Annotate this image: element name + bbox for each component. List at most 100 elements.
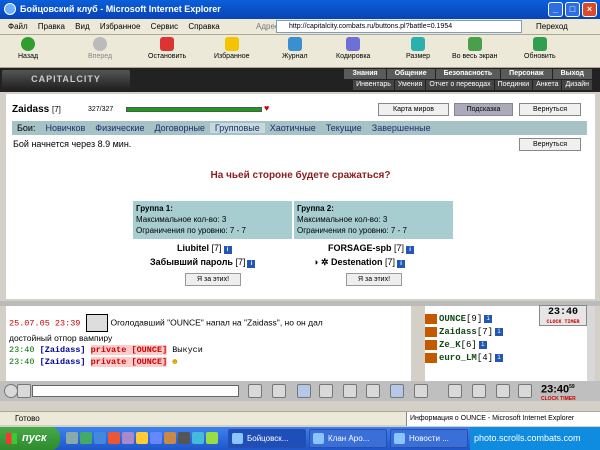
- quicklaunch-icon[interactable]: [108, 432, 120, 444]
- tab-contract[interactable]: Договорные: [149, 123, 209, 133]
- quicklaunch-icon[interactable]: [136, 432, 148, 444]
- menu-view[interactable]: Вид: [75, 22, 89, 31]
- mirror-icon[interactable]: [496, 384, 510, 398]
- task-button[interactable]: Клан Аро...: [309, 429, 387, 448]
- group-2-member[interactable]: ◑ ✲ Destenation [7] i: [313, 257, 406, 268]
- filter-icon[interactable]: [297, 384, 311, 398]
- tab-novice[interactable]: Новичков: [40, 123, 90, 133]
- tab-current[interactable]: Текущие: [321, 123, 367, 133]
- tab-physical[interactable]: Физические: [90, 123, 149, 133]
- quicklaunch-icon[interactable]: [94, 432, 106, 444]
- cursor-icon[interactable]: [390, 384, 404, 398]
- return-button[interactable]: Вернуться: [519, 103, 581, 116]
- favorites-button[interactable]: Избранное: [214, 37, 249, 60]
- group-2-box: Группа 2: Максимальное кол-во: 3 Огранич…: [294, 201, 453, 239]
- info-icon[interactable]: i: [495, 354, 504, 362]
- ie-icon: [313, 433, 324, 444]
- quicklaunch-icon[interactable]: [66, 432, 78, 444]
- tab-chaotic[interactable]: Хаотичные: [265, 123, 321, 133]
- go-button[interactable]: Переход: [536, 19, 568, 35]
- eraser-icon[interactable]: [272, 384, 286, 398]
- game-nav-top: Знания Общение Безопасность Персонаж Вых…: [343, 69, 592, 79]
- return-button-2[interactable]: Вернуться: [519, 138, 581, 151]
- refresh-button[interactable]: Обновить: [524, 37, 556, 60]
- online-user[interactable]: OUNCE [9] i: [425, 313, 493, 325]
- nav-knowledge[interactable]: Знания: [344, 69, 386, 79]
- reload-icon[interactable]: [4, 384, 18, 398]
- maximize-button[interactable]: □: [565, 2, 580, 17]
- join-group-1-button[interactable]: Я за этих!: [185, 273, 241, 286]
- tab-group[interactable]: Групповые: [209, 123, 265, 133]
- info-icon[interactable]: i: [247, 260, 256, 268]
- address-input[interactable]: http://capitalcity.combats.ru/buttons.pl…: [276, 20, 522, 33]
- stop-icon: [160, 37, 175, 51]
- quicklaunch-icon[interactable]: [192, 432, 204, 444]
- nav-transfers[interactable]: Отчет о переводах: [426, 80, 494, 90]
- fight-icon[interactable]: [343, 384, 357, 398]
- info-icon[interactable]: i: [478, 341, 487, 349]
- chat-input[interactable]: [32, 385, 239, 397]
- quicklaunch-icon[interactable]: [206, 432, 218, 444]
- start-button[interactable]: пуск: [0, 427, 60, 450]
- fullscreen-button[interactable]: Во весь экран: [452, 37, 497, 60]
- info-icon[interactable]: i: [223, 246, 232, 254]
- menu-edit[interactable]: Правка: [38, 22, 65, 31]
- minimize-button[interactable]: _: [548, 2, 563, 17]
- nav-character[interactable]: Персонаж: [501, 69, 552, 79]
- tab-finished[interactable]: Завершенные: [367, 123, 436, 133]
- online-user[interactable]: euro_LM [4] i: [425, 352, 504, 364]
- info-icon[interactable]: i: [495, 328, 504, 336]
- send-icon[interactable]: [248, 384, 262, 398]
- nav-skills[interactable]: Умения: [394, 80, 426, 90]
- player-name[interactable]: Zaidass: [12, 104, 49, 115]
- nav-communication[interactable]: Общение: [386, 69, 435, 79]
- quicklaunch-icon[interactable]: [164, 432, 176, 444]
- join-group-2-button[interactable]: Я за этих!: [346, 273, 402, 286]
- potion-icon[interactable]: [472, 384, 486, 398]
- nav-fights[interactable]: Поединки: [494, 80, 533, 90]
- group-1-member[interactable]: Забывший пароль [7] i: [150, 257, 256, 268]
- menu-favorites[interactable]: Избранное: [100, 22, 141, 31]
- info-icon[interactable]: i: [484, 315, 493, 323]
- task-button[interactable]: Новости ...: [390, 429, 468, 448]
- close-button[interactable]: ×: [582, 2, 597, 17]
- quicklaunch-icon[interactable]: [122, 432, 134, 444]
- menu-bar: Файл Правка Вид Избранное Сервис Справка…: [0, 19, 600, 35]
- nav-profile[interactable]: Анкета: [533, 80, 562, 90]
- quicklaunch-icon[interactable]: [178, 432, 190, 444]
- exit-icon[interactable]: [518, 384, 532, 398]
- nav-design[interactable]: Дизайн: [562, 80, 592, 90]
- menu-tools[interactable]: Сервис: [151, 22, 178, 31]
- ie-icon: [394, 433, 405, 444]
- hint-button[interactable]: Подсказка: [454, 103, 513, 116]
- world-map-button[interactable]: Карта миров: [378, 103, 449, 116]
- history-button[interactable]: Журнал: [282, 37, 308, 60]
- size-button[interactable]: Размер: [406, 37, 430, 60]
- fullscreen-icon: [467, 37, 482, 51]
- task-button[interactable]: Бойцовск...: [228, 429, 306, 448]
- online-user[interactable]: Ze_K [6] i: [425, 339, 487, 351]
- forward-button[interactable]: Вперед: [88, 37, 112, 60]
- nav-exit[interactable]: Выход: [552, 69, 592, 79]
- back-button[interactable]: Назад: [18, 37, 38, 60]
- group-1-member[interactable]: Liubitel [7] i: [177, 243, 232, 254]
- book-icon[interactable]: [414, 384, 428, 398]
- group-2-member[interactable]: FORSAGE-spb [7] i: [328, 243, 415, 254]
- stop-button[interactable]: Остановить: [148, 37, 186, 60]
- info-icon[interactable]: i: [397, 260, 406, 268]
- speaker-icon[interactable]: [17, 384, 31, 398]
- settings-icon[interactable]: [319, 384, 333, 398]
- online-scrollbar[interactable]: [587, 306, 595, 381]
- scroll-icon[interactable]: [448, 384, 462, 398]
- encoding-button[interactable]: Кодировка: [336, 37, 370, 60]
- nav-security[interactable]: Безопасность: [435, 69, 501, 79]
- online-user[interactable]: Zaidass [7] i: [425, 326, 504, 338]
- info-icon[interactable]: i: [406, 246, 415, 254]
- nav-inventory[interactable]: Инвентарь: [353, 80, 394, 90]
- status-info: Информация о OUNCE - Microsoft Internet …: [406, 412, 600, 426]
- menu-help[interactable]: Справка: [188, 22, 219, 31]
- menu-file[interactable]: Файл: [8, 22, 28, 31]
- run-icon[interactable]: [366, 384, 380, 398]
- quicklaunch-icon[interactable]: [80, 432, 92, 444]
- quicklaunch-icon[interactable]: [150, 432, 162, 444]
